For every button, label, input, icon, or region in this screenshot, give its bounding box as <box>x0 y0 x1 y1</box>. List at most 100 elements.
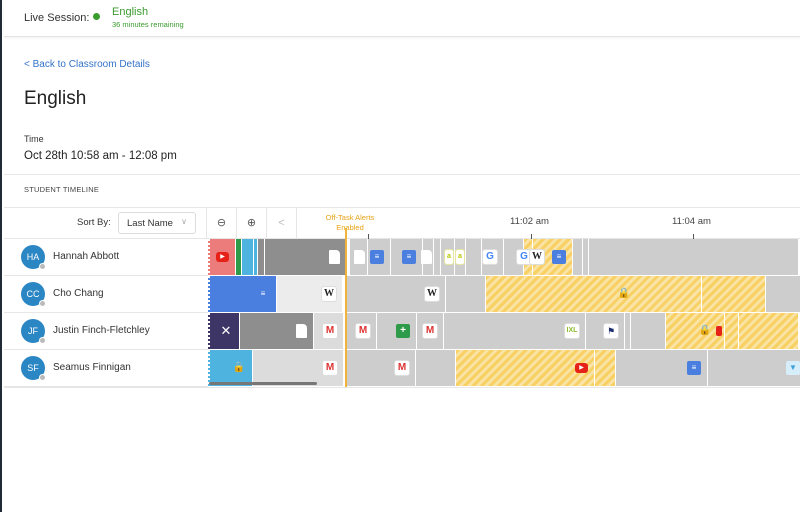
activity-segment[interactable]: ✕ <box>208 313 240 349</box>
activity-segment[interactable]: ≡ <box>616 350 708 386</box>
activity-segment[interactable]: ▶ <box>456 350 595 386</box>
live-session-class[interactable]: English <box>112 6 148 18</box>
activity-segment[interactable] <box>446 276 486 312</box>
activity-segment[interactable] <box>725 313 739 349</box>
timeline-lane: ✕ M M + M IXL ⚑ 🔒 <box>208 313 800 349</box>
google-docs-icon: ≡ <box>370 250 384 264</box>
lock-icon: 🔒 <box>617 288 631 299</box>
google-docs-icon: ≡ <box>687 361 701 375</box>
activity-segment[interactable] <box>589 239 799 275</box>
offtask-alerts-label: Off-Task Alerts Enabled <box>325 213 375 232</box>
lock-icon: 🔒 <box>232 362 246 373</box>
activity-segment[interactable] <box>573 239 583 275</box>
timeline-lane: ≡ W W 🔒 <box>208 276 800 312</box>
alert-flag-icon <box>716 326 722 336</box>
activity-segment[interactable] <box>242 239 254 275</box>
activity-segment[interactable]: IXL <box>444 313 586 349</box>
activity-segment[interactable] <box>631 313 666 349</box>
timeline-lane: ▶ ≡ ≡ a a G G ≡ W <box>208 239 800 275</box>
time-tick-label: 11:04 am <box>672 216 711 227</box>
student-row[interactable]: JF Justin Finch-Fletchley <box>4 313 208 350</box>
wikipedia-icon: W <box>322 287 336 301</box>
time-value: Oct 28th 10:58 am - 12:08 pm <box>24 150 177 162</box>
status-dot-icon <box>39 300 46 307</box>
activity-segment[interactable]: ≡ W <box>530 239 573 275</box>
student-row[interactable]: CC Cho Chang <box>4 276 208 313</box>
activity-segment[interactable] <box>466 239 482 275</box>
google-docs-icon: ≡ <box>552 250 566 264</box>
activity-segment[interactable]: W <box>346 276 446 312</box>
gmail-icon: M <box>395 361 409 375</box>
activity-segment[interactable]: M <box>417 313 444 349</box>
wikipedia-icon: W <box>530 250 544 264</box>
activity-segment[interactable]: ⚑ <box>586 313 625 349</box>
gmail-icon: M <box>356 324 370 338</box>
activity-segment[interactable] <box>350 239 368 275</box>
tag-icon: a <box>456 250 464 264</box>
activity-segment[interactable]: M <box>347 313 377 349</box>
back-to-classroom-link[interactable]: < Back to Classroom Details <box>24 59 150 70</box>
page-title: English <box>24 88 87 109</box>
activity-segment[interactable]: G <box>482 239 504 275</box>
chevron-down-icon: ∨ <box>181 217 187 226</box>
activity-segment[interactable]: W <box>277 276 343 312</box>
activity-segment[interactable] <box>416 350 456 386</box>
google-docs-icon: ≡ <box>256 287 270 301</box>
google-sheets-icon: + <box>396 324 410 338</box>
close-x-icon: ✕ <box>220 323 232 338</box>
activity-segment[interactable]: 🔒 <box>208 350 253 386</box>
wikipedia-icon: W <box>425 287 439 301</box>
youtube-icon: ▶ <box>216 252 229 262</box>
activity-segment[interactable]: M <box>253 350 344 386</box>
activity-segment[interactable] <box>240 313 314 349</box>
activity-segment[interactable]: ▼ <box>708 350 800 386</box>
student-row[interactable]: SF Seamus Finnigan <box>4 350 208 387</box>
activity-segment[interactable]: M <box>314 313 344 349</box>
activity-segment[interactable] <box>258 239 265 275</box>
offtask-alerts-marker <box>345 228 347 388</box>
document-icon <box>296 324 307 338</box>
activity-segment[interactable] <box>702 276 766 312</box>
document-icon <box>329 250 340 264</box>
activity-segment[interactable]: a <box>441 239 455 275</box>
status-dot-icon <box>39 374 46 381</box>
divider <box>4 387 800 388</box>
activity-segment[interactable]: 🔒 <box>486 276 702 312</box>
zoom-in-button[interactable]: ⊕ <box>236 208 266 238</box>
activity-segment[interactable] <box>766 276 800 312</box>
google-docs-icon: ≡ <box>402 250 416 264</box>
student-name[interactable]: Seamus Finnigan <box>53 362 131 373</box>
status-dot-icon <box>39 337 46 344</box>
activity-segment[interactable]: a <box>455 239 466 275</box>
google-icon: G <box>517 250 531 264</box>
activity-segment[interactable]: + <box>377 313 417 349</box>
timeline-scrollbar[interactable] <box>209 382 317 385</box>
gmail-icon: M <box>323 361 337 375</box>
activity-segment[interactable] <box>739 313 799 349</box>
activity-segment[interactable]: ≡ <box>368 239 391 275</box>
time-tick-label: 11:02 am <box>510 216 549 227</box>
zoom-out-button[interactable]: ⊖ <box>206 208 236 238</box>
activity-segment[interactable]: ▶ <box>208 239 236 275</box>
student-row[interactable]: HA Hannah Abbott <box>4 239 208 276</box>
activity-segment[interactable] <box>595 350 616 386</box>
student-name[interactable]: Justin Finch-Fletchley <box>53 325 150 336</box>
student-name[interactable]: Hannah Abbott <box>53 251 119 262</box>
activity-segment[interactable]: 🔒 <box>666 313 725 349</box>
activity-segment[interactable]: ≡ <box>208 276 277 312</box>
activity-segment[interactable]: M <box>347 350 416 386</box>
gmail-icon: M <box>323 324 337 338</box>
activity-segment[interactable] <box>434 239 441 275</box>
activity-segment[interactable] <box>421 239 434 275</box>
status-dot-icon <box>39 263 46 270</box>
student-name[interactable]: Cho Chang <box>53 288 104 299</box>
document-icon <box>421 250 432 264</box>
divider <box>296 208 297 238</box>
activity-segment[interactable] <box>265 239 347 275</box>
zoom-out-icon: ⊖ <box>216 217 227 229</box>
sort-by-select[interactable]: Last Name ∨ <box>118 212 196 234</box>
student-timeline[interactable]: ▶ ≡ ≡ a a G G ≡ W ≡ W W 🔒 ✕ M M + M IXL ⚑ 🔒 🔒 M M ▶ ≡ ▼ <box>208 239 800 387</box>
activity-segment[interactable]: ≡ <box>391 239 423 275</box>
scroll-left-button[interactable]: < <box>266 208 296 238</box>
live-session-label: Live Session: <box>24 12 90 24</box>
